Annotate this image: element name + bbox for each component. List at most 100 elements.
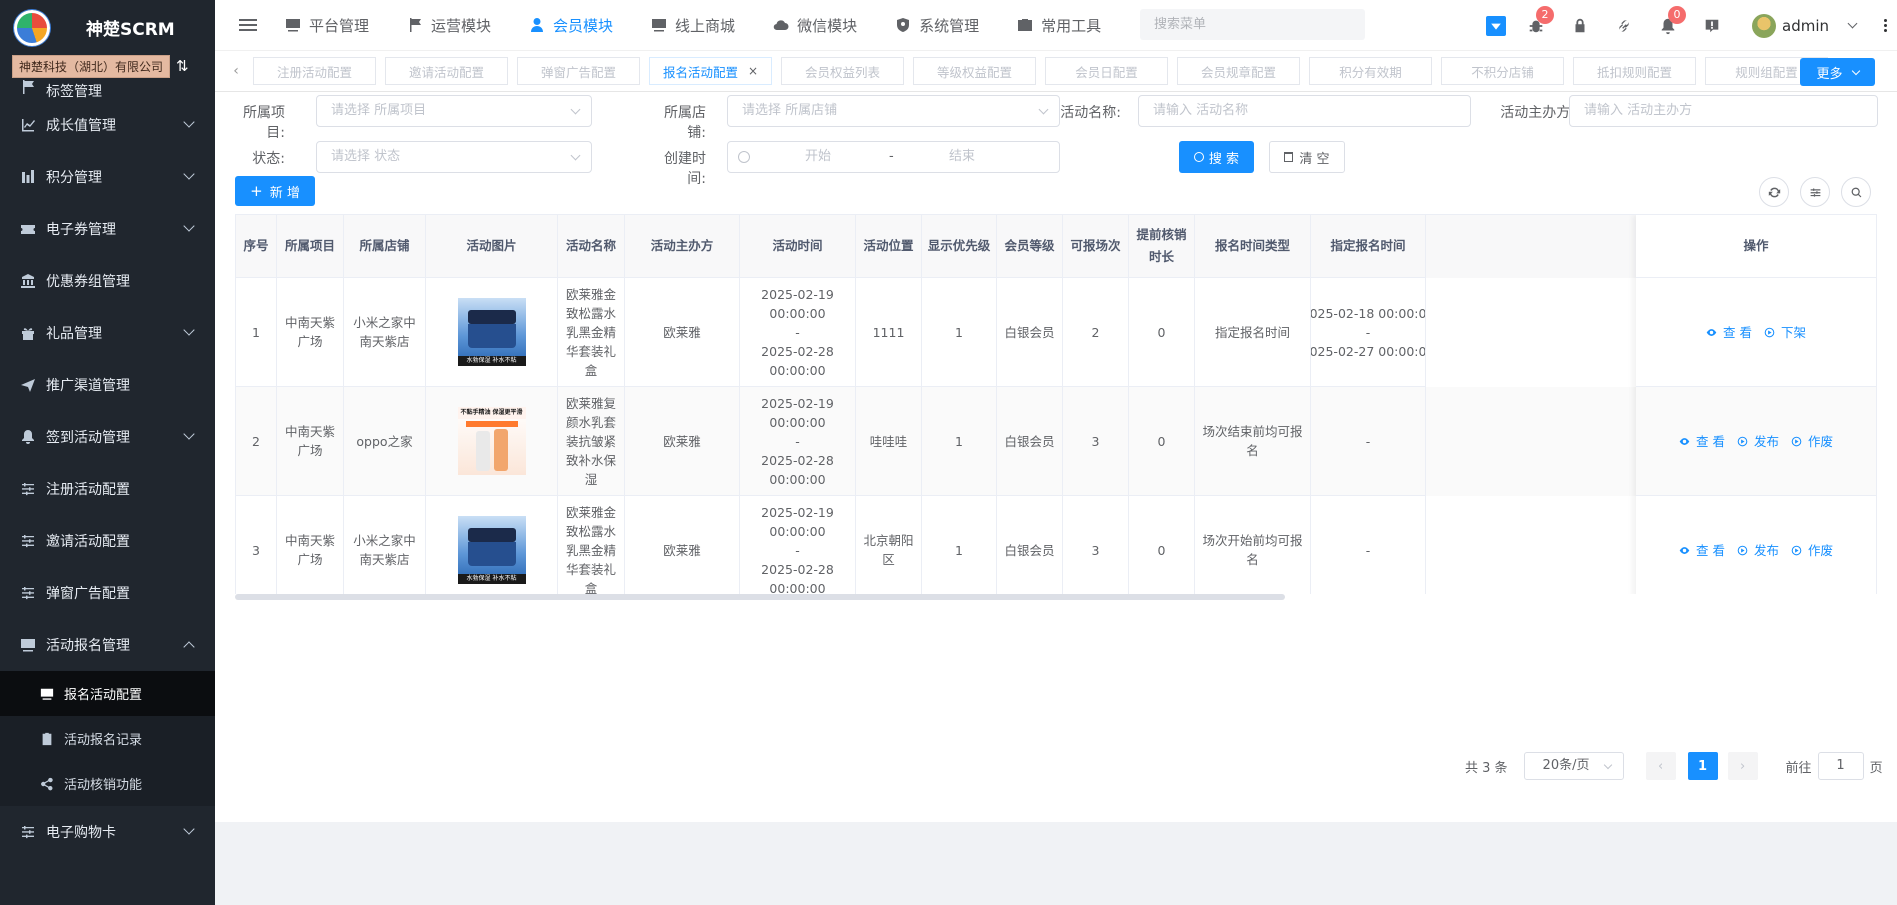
column-header[interactable]: 活动位置 [856,215,922,278]
sidebar-item-partial[interactable]: 标签管理 [0,67,215,99]
goto-page-input[interactable]: 1 [1817,752,1864,780]
column-header[interactable]: 会员等级 [997,215,1063,278]
sidebar-item-1[interactable]: 积分管理 [0,151,215,203]
bell-icon[interactable]: 0 [1658,5,1686,36]
range-end-placeholder[interactable]: 结束 [949,142,975,172]
sidebar-item-4[interactable]: 礼品管理 [0,307,215,359]
tab-6[interactable]: 会员日配置 [1045,57,1168,85]
tab-2[interactable]: 弹窗广告配置 [517,57,640,85]
tab-0[interactable]: 注册活动配置 [253,57,376,85]
shop-select[interactable]: 请选择 所属店铺 [727,95,1060,127]
topnav-item-0[interactable]: 平台管理 [285,15,369,36]
topnav-item-4[interactable]: 微信模块 [773,15,857,36]
columns-setting-icon[interactable] [1800,177,1830,207]
sidebar-item-shopping-card[interactable]: 电子购物卡 [0,806,215,858]
toggle-search-icon[interactable] [1841,177,1871,207]
op-link-0[interactable]: 查 看 [1706,323,1752,342]
column-header[interactable]: 可报场次 [1063,215,1129,278]
organizer-input[interactable]: 请输入 活动主办方 [1569,95,1878,127]
more-button[interactable]: 更多 [1800,58,1875,86]
topnav-item-1[interactable]: 运营模块 [407,15,491,36]
tab-9[interactable]: 不积分店铺 [1441,57,1564,85]
sidebar-item-10[interactable]: 活动报名管理 [0,619,215,671]
lock-icon[interactable] [1570,16,1590,36]
op-link-0[interactable]: 查 看 [1679,541,1725,560]
activity-image[interactable]: 不黏手精油 保湿更平滑 [457,407,526,475]
activity-image[interactable]: 水勃保湿 补水不粘 [457,516,526,584]
range-start-placeholder[interactable]: 开始 [805,142,831,172]
scrollbar-thumb[interactable] [235,594,1285,600]
status-select[interactable]: 请选择 状态 [316,141,592,173]
column-header[interactable]: 报名时间类型 [1195,215,1311,278]
column-header[interactable]: 所属店铺 [344,215,426,278]
sidebar-subitem-1[interactable]: 活动报名记录 [0,716,215,761]
project-placeholder: 请选择 所属项目 [331,103,427,118]
checkbox-select-icon[interactable] [1486,15,1506,36]
column-header[interactable]: 活动图片 [426,215,558,278]
activity-name-input[interactable]: 请输入 活动名称 [1138,95,1471,127]
close-icon[interactable]: × [748,64,758,78]
tab-3[interactable]: 报名活动配置 × [649,57,772,85]
refresh-icon[interactable] [1759,177,1789,207]
op-link-1[interactable]: 下架 [1764,323,1806,342]
project-select[interactable]: 请选择 所属项目 [316,95,592,127]
tab-1[interactable]: 邀请活动配置 [385,57,508,85]
column-header[interactable]: 所属项目 [277,215,344,278]
bug-icon[interactable]: 2 [1526,5,1554,36]
avatar[interactable] [1752,13,1776,38]
column-header[interactable]: 提前核销时长 [1129,215,1195,278]
topnav-item-2[interactable]: 会员模块 [529,15,613,36]
column-header[interactable]: 活动名称 [558,215,625,278]
topnav-item-5[interactable]: 系统管理 [895,15,979,36]
tab-8[interactable]: 积分有效期 [1309,57,1432,85]
tags-scroll-left-icon[interactable]: ‹ [227,63,245,79]
topnav-item-3[interactable]: 线上商城 [651,15,735,36]
prev-page-button[interactable]: ‹ [1645,752,1676,780]
link-icon[interactable] [1614,16,1634,36]
table-horizontal-scrollbar[interactable] [235,594,1877,600]
op-link-0[interactable]: 查 看 [1679,432,1725,451]
page-size-select[interactable]: 20条/页 [1523,752,1624,780]
column-header[interactable]: 显示优先级 [922,215,997,278]
row-time-sep: - [795,433,800,449]
page-number-current[interactable]: 1 [1687,752,1718,780]
tab-5[interactable]: 等级权益配置 [913,57,1036,85]
more-vertical-icon[interactable] [1884,19,1887,32]
cell-signup-type: 场次开始前均可报名 [1195,496,1311,598]
column-header[interactable]: 指定报名时间 [1311,215,1426,278]
op-link-1[interactable]: 发布 [1737,541,1779,560]
sidebar-item-8[interactable]: 邀请活动配置 [0,515,215,567]
sidebar-item-3[interactable]: 优惠券组管理 [0,255,215,307]
sidebar-item-5[interactable]: 推广渠道管理 [0,359,215,411]
op-link-1[interactable]: 发布 [1737,432,1779,451]
activity-image[interactable]: 水勃保湿 补水不粘 [457,298,526,366]
created-time-range[interactable]: 开始 - 结束 [727,141,1060,173]
op-link-2[interactable]: 作废 [1791,541,1833,560]
sidebar-item-6[interactable]: 签到活动管理 [0,411,215,463]
sidebar-subitem-0[interactable]: 报名活动配置 [0,671,215,716]
search-button[interactable]: 搜 索 [1179,141,1254,173]
column-header[interactable]: 活动主办方 [625,215,740,278]
tab-7[interactable]: 会员规章配置 [1177,57,1300,85]
sidebar-item-9[interactable]: 弹窗广告配置 [0,567,215,619]
sidebar-subitem-2[interactable]: 活动核销功能 [0,761,215,806]
user-chevron-down-icon[interactable] [1847,18,1858,29]
next-page-button[interactable]: › [1727,752,1758,780]
sidebar-item-label: 成长值管理 [46,118,116,134]
sidebar-item-7[interactable]: 注册活动配置 [0,463,215,515]
tab-4[interactable]: 会员权益列表 [781,57,904,85]
op-link-2[interactable]: 作废 [1791,432,1833,451]
add-button[interactable]: + 新 增 [235,176,315,206]
info-board-icon[interactable] [1702,16,1722,36]
topnav-item-6[interactable]: 常用工具 [1017,15,1101,36]
username[interactable]: admin [1782,17,1829,35]
clear-button[interactable]: 清 空 [1269,141,1345,173]
tab-10[interactable]: 抵扣规则配置 [1573,57,1696,85]
sidebar-item-2[interactable]: 电子券管理 [0,203,215,255]
hamburger-icon[interactable] [239,16,257,34]
sidebar-item-0[interactable]: 成长值管理 [0,99,215,151]
column-header[interactable]: 活动时间 [740,215,856,278]
search-menu-input[interactable]: 搜索菜单 [1140,9,1365,40]
organizer-placeholder: 请输入 活动主办方 [1584,103,1693,118]
column-header[interactable]: 序号 [236,215,277,278]
